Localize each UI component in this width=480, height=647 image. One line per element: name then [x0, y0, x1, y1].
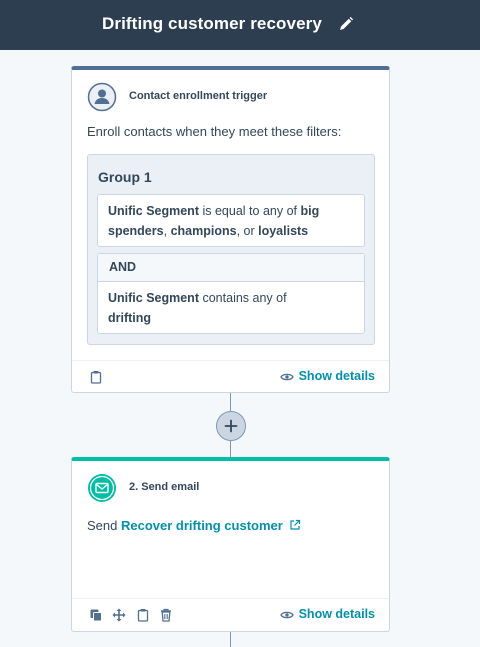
filter-operator: contains any of — [202, 291, 287, 305]
action-description: Send Recover drifting customer — [87, 518, 301, 533]
filter-property: Unific Segment — [108, 291, 199, 305]
flow-connector — [230, 441, 231, 457]
action-label: 2. Send email — [129, 481, 200, 493]
trash-icon[interactable] — [159, 608, 173, 622]
filter-value: champions — [170, 224, 237, 238]
flow-connector — [230, 632, 231, 647]
show-details-label: Show details — [298, 607, 375, 621]
filter-value: drifting — [108, 311, 152, 325]
filter-operator: is equal to any of — [202, 204, 297, 218]
filter-condition-1[interactable]: Unific Segment is equal to any of big sp… — [97, 194, 365, 247]
eye-icon — [279, 373, 294, 381]
email-name: Recover drifting customer — [121, 518, 283, 533]
filter-property: Unific Segment — [108, 204, 199, 218]
eye-icon — [279, 611, 294, 619]
action-card-footer: Show details — [72, 598, 389, 632]
and-operator-label: AND — [98, 254, 364, 282]
filter-group: Group 1 Unific Segment is equal to any o… — [87, 154, 375, 345]
contact-person-icon — [87, 82, 117, 112]
plus-icon — [224, 419, 238, 433]
show-details-link[interactable]: Show details — [279, 607, 375, 621]
show-details-label: Show details — [298, 369, 375, 383]
send-prefix: Send — [87, 518, 118, 533]
send-email-action-card[interactable]: 2. Send email Send Recover drifting cust… — [71, 457, 390, 632]
email-link[interactable]: Recover drifting customer — [121, 518, 301, 533]
trigger-label: Contact enrollment trigger — [129, 90, 268, 102]
enrollment-trigger-card[interactable]: Contact enrollment trigger Enroll contac… — [71, 66, 390, 393]
filter-condition-2[interactable]: AND Unific Segment contains any of drift… — [97, 253, 365, 334]
filter-condition-2-body: Unific Segment contains any of drifting — [98, 282, 364, 334]
trigger-card-footer: Show details — [72, 360, 389, 394]
filter-value: loyalists — [258, 224, 309, 238]
email-icon — [87, 473, 117, 503]
flow-connector — [230, 393, 231, 411]
clipboard-icon[interactable] — [136, 608, 150, 622]
clone-icon[interactable] — [89, 608, 103, 622]
show-details-link[interactable]: Show details — [279, 369, 375, 383]
group-title: Group 1 — [98, 169, 152, 185]
external-link-icon — [290, 519, 301, 530]
filter-separator: , or — [236, 224, 255, 238]
trigger-description: Enroll contacts when they meet these fil… — [87, 124, 342, 139]
workflow-title: Drifting customer recovery — [102, 14, 322, 33]
add-action-button[interactable] — [216, 411, 246, 441]
filter-separator: , — [163, 224, 168, 238]
workflow-header: Drifting customer recovery — [0, 0, 480, 50]
pencil-icon[interactable] — [338, 16, 354, 32]
move-icon[interactable] — [112, 608, 126, 622]
clipboard-icon[interactable] — [89, 370, 103, 384]
